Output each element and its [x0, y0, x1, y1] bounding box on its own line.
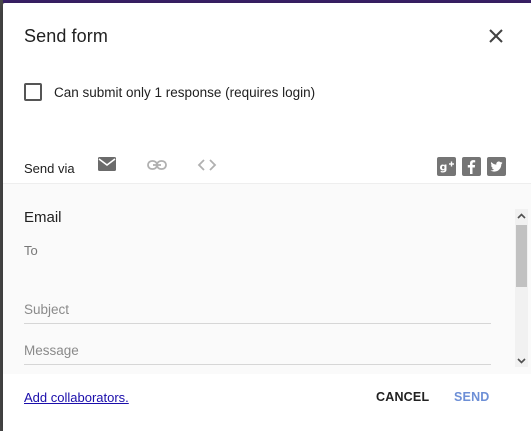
tab-email[interactable]: [82, 151, 132, 185]
subject-placeholder: Subject: [24, 302, 70, 317]
close-icon: [489, 29, 503, 43]
scroll-up-button[interactable]: [515, 209, 528, 222]
share-facebook-button[interactable]: [462, 157, 481, 176]
scroll-down-button[interactable]: [515, 354, 528, 367]
tab-link[interactable]: [132, 151, 182, 185]
share-twitter-button[interactable]: [487, 157, 506, 176]
svg-text:g: g: [440, 161, 448, 174]
single-response-checkbox[interactable]: [24, 83, 42, 101]
close-button[interactable]: [485, 25, 507, 47]
single-response-label: Can submit only 1 response (requires log…: [54, 84, 316, 100]
subject-field[interactable]: Subject: [24, 301, 491, 324]
google-plus-icon: g: [440, 161, 454, 174]
send-button[interactable]: SEND: [454, 390, 490, 404]
message-field[interactable]: Message: [24, 342, 491, 365]
send-form-dialog: Send form Can submit only 1 response (re…: [3, 3, 531, 431]
single-response-option[interactable]: Can submit only 1 response (requires log…: [24, 83, 315, 101]
to-field[interactable]: To: [24, 243, 38, 258]
embed-code-icon: [197, 159, 217, 171]
scrollbar-thumb[interactable]: [516, 225, 527, 287]
chevron-up-icon: [517, 212, 526, 219]
email-panel: Email To Subject Message: [3, 183, 531, 374]
email-section-title: Email: [24, 209, 62, 226]
cancel-button[interactable]: CANCEL: [376, 390, 429, 404]
message-placeholder: Message: [24, 343, 79, 358]
dialog-title: Send form: [24, 26, 108, 46]
send-via-label: Send via: [24, 161, 75, 176]
tab-embed[interactable]: [182, 151, 232, 185]
add-collaborators-link[interactable]: Add collaborators.: [24, 390, 129, 405]
share-google-plus-button[interactable]: g: [437, 157, 456, 176]
email-icon: [98, 157, 116, 171]
facebook-icon: [467, 160, 476, 174]
twitter-icon: [490, 161, 503, 172]
chevron-down-icon: [517, 357, 526, 364]
email-panel-scrollbar[interactable]: [515, 209, 528, 367]
link-icon: [147, 160, 167, 170]
